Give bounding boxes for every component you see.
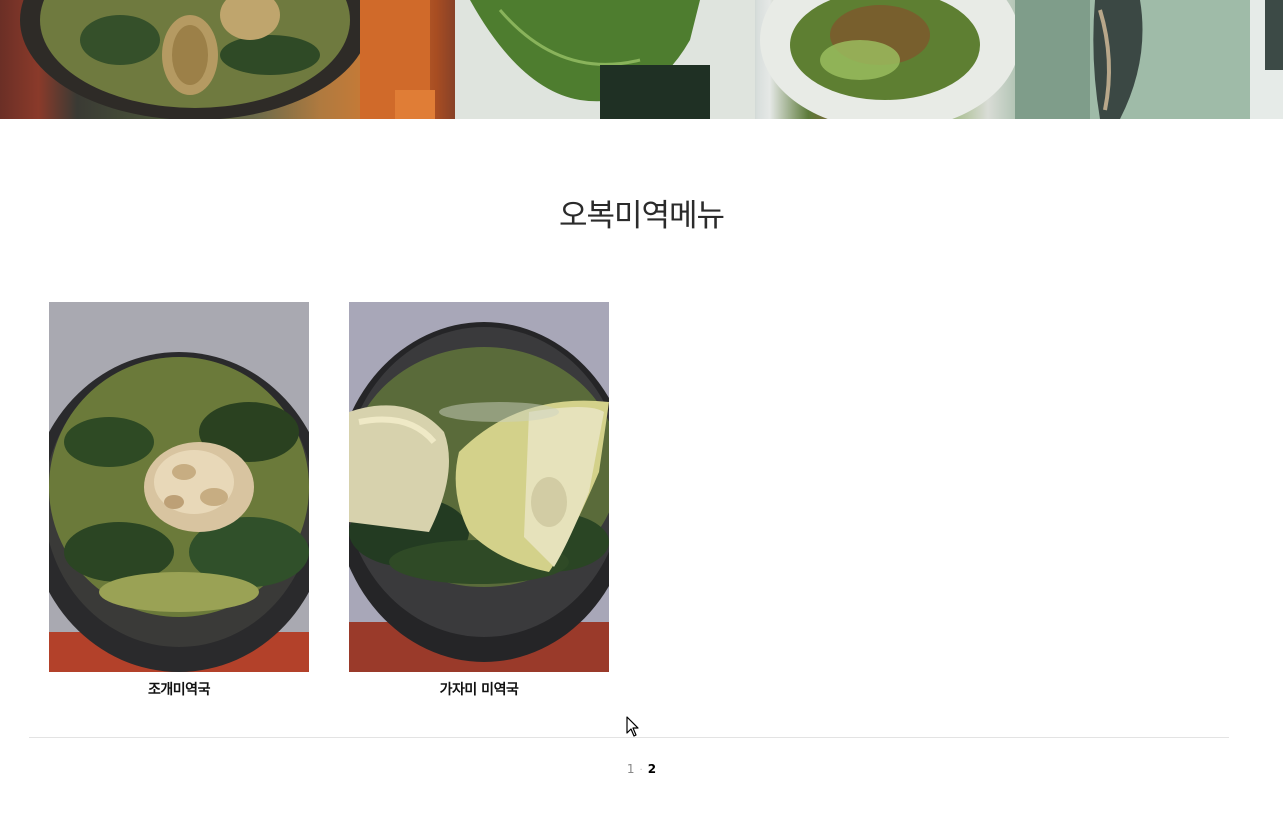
page-link-1[interactable]: 1 <box>627 762 635 776</box>
menu-item-card[interactable]: 가자미 미역국 <box>349 302 609 699</box>
clam-seaweed-soup-photo[interactable] <box>49 302 309 672</box>
menu-item-caption[interactable]: 가자미 미역국 <box>349 679 609 699</box>
header-banner-image <box>0 0 1283 119</box>
menu-item-card[interactable]: 조개미역국 <box>49 302 309 699</box>
pagination: 1 · 2 <box>0 762 1283 776</box>
mouse-cursor-icon <box>626 716 640 742</box>
menu-item-caption[interactable]: 조개미역국 <box>49 679 309 699</box>
page-title: 오복미역메뉴 <box>558 198 725 234</box>
page-link-2-current[interactable]: 2 <box>648 762 656 776</box>
banner-food-collage <box>20 0 1283 119</box>
flounder-seaweed-soup-photo[interactable] <box>349 302 609 672</box>
page-separator: · <box>639 765 643 776</box>
